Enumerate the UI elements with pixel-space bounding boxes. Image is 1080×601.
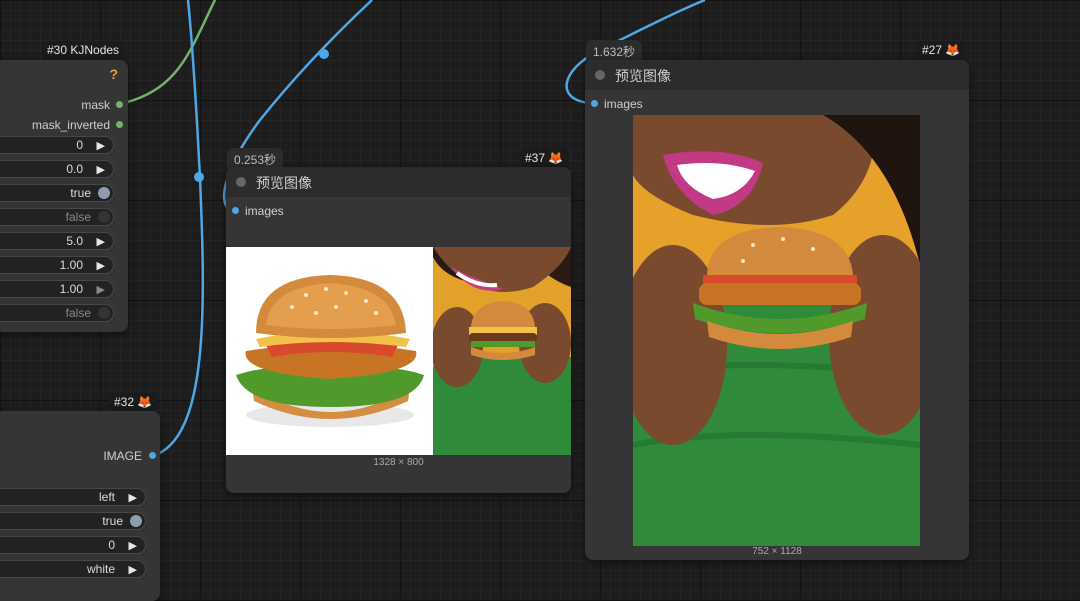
collapse-dot-icon[interactable] <box>595 70 605 80</box>
increment-arrow-icon[interactable]: ▶ <box>129 539 137 552</box>
toggle-knob-icon[interactable] <box>98 307 110 319</box>
increment-arrow-icon[interactable]: ▶ <box>97 283 105 296</box>
widget-value: white <box>86 562 115 576</box>
combo-widget[interactable]: white ▶ <box>0 560 146 578</box>
number-widget[interactable]: 0 ▶ <box>0 136 114 154</box>
preview-image-node[interactable]: 预览图像 images 1328 × 800 <box>226 167 571 493</box>
mask-link-wire <box>119 0 217 106</box>
widget-value: false <box>65 306 91 320</box>
widget-value: 0.0 <box>66 162 83 176</box>
node-id-badge: #27 🦊 <box>917 41 966 59</box>
reroute-dot[interactable] <box>194 172 204 182</box>
increment-arrow-icon[interactable]: ▶ <box>97 235 105 248</box>
toggle-knob-icon[interactable] <box>130 515 142 527</box>
image-size-caption: 752 × 1128 <box>752 546 802 557</box>
image-concat-node[interactable]: IMAGE left ▶ true 0 ▶ white ▶ <box>0 411 160 601</box>
help-icon[interactable]: ? <box>109 66 118 82</box>
collapse-dot-icon[interactable] <box>236 177 246 187</box>
output-dot-mask[interactable] <box>116 101 123 108</box>
input-slot-images[interactable]: images <box>604 97 643 111</box>
combo-widget[interactable]: left ▶ <box>0 488 146 506</box>
widget-value: 0 <box>76 138 83 152</box>
node-header[interactable]: 预览图像 <box>585 60 969 90</box>
output-slot-mask[interactable]: mask <box>81 98 110 112</box>
widget-value: true <box>70 186 91 200</box>
widget-value: 0 <box>108 538 115 552</box>
input-dot-images[interactable] <box>591 100 598 107</box>
woman-illustration <box>433 247 571 455</box>
widget-value: 1.00 <box>59 258 83 272</box>
node-id-badge: #30 KJNodes <box>42 41 125 59</box>
number-widget[interactable]: 1.00 ▶ <box>0 280 114 298</box>
dropdown-arrow-icon[interactable]: ▶ <box>129 491 137 504</box>
kjnodes-node[interactable]: ? mask mask_inverted 0 ▶ 0.0 ▶ true false … <box>0 60 128 332</box>
woman-eating-burger-image <box>633 115 920 546</box>
input-slot-images[interactable]: images <box>245 204 284 218</box>
output-slot-image[interactable]: IMAGE <box>103 449 142 463</box>
toggle-widget[interactable]: false <box>0 208 114 226</box>
number-widget[interactable]: 1.00 ▶ <box>0 256 114 274</box>
output-slot-mask-inverted[interactable]: mask_inverted <box>32 118 110 132</box>
burger-illustration <box>236 275 424 427</box>
toggle-widget[interactable]: true <box>0 512 146 530</box>
woman-with-burger-image <box>433 247 571 455</box>
increment-arrow-icon[interactable]: ▶ <box>97 163 105 176</box>
woman-eating-burger-illustration <box>633 115 920 546</box>
widget-value: true <box>102 514 123 528</box>
increment-arrow-icon[interactable]: ▶ <box>97 139 105 152</box>
number-widget[interactable]: 0 ▶ <box>0 536 146 554</box>
burger-image <box>226 247 433 455</box>
node-title: 预览图像 <box>256 175 312 191</box>
toggle-widget[interactable]: false <box>0 304 114 322</box>
widget-value: left <box>98 490 115 504</box>
node-header[interactable]: 预览图像 <box>226 167 571 197</box>
number-widget[interactable]: 5.0 ▶ <box>0 232 114 250</box>
image-size-caption: 1328 × 800 <box>373 457 424 468</box>
reroute-dot[interactable] <box>319 49 329 59</box>
toggle-widget[interactable]: true <box>0 184 114 202</box>
dropdown-arrow-icon[interactable]: ▶ <box>129 563 137 576</box>
toggle-knob-icon[interactable] <box>98 211 110 223</box>
node-id-badge: #32 🦊 <box>109 393 158 411</box>
widget-value: 5.0 <box>66 234 83 248</box>
image-link-wire-32-to-37 <box>151 0 205 458</box>
output-dot-mask-inverted[interactable] <box>116 121 123 128</box>
toggle-knob-icon[interactable] <box>98 187 110 199</box>
increment-arrow-icon[interactable]: ▶ <box>97 259 105 272</box>
widget-value: false <box>65 210 91 224</box>
number-widget[interactable]: 0.0 ▶ <box>0 160 114 178</box>
input-dot-images[interactable] <box>232 207 239 214</box>
widget-value: 1.00 <box>59 282 83 296</box>
node-id-badge: #37 🦊 <box>520 149 569 167</box>
node-title: 预览图像 <box>615 68 671 84</box>
preview-image-node[interactable]: 预览图像 images 752 × 1128 <box>585 60 969 560</box>
output-dot-image[interactable] <box>149 452 156 459</box>
